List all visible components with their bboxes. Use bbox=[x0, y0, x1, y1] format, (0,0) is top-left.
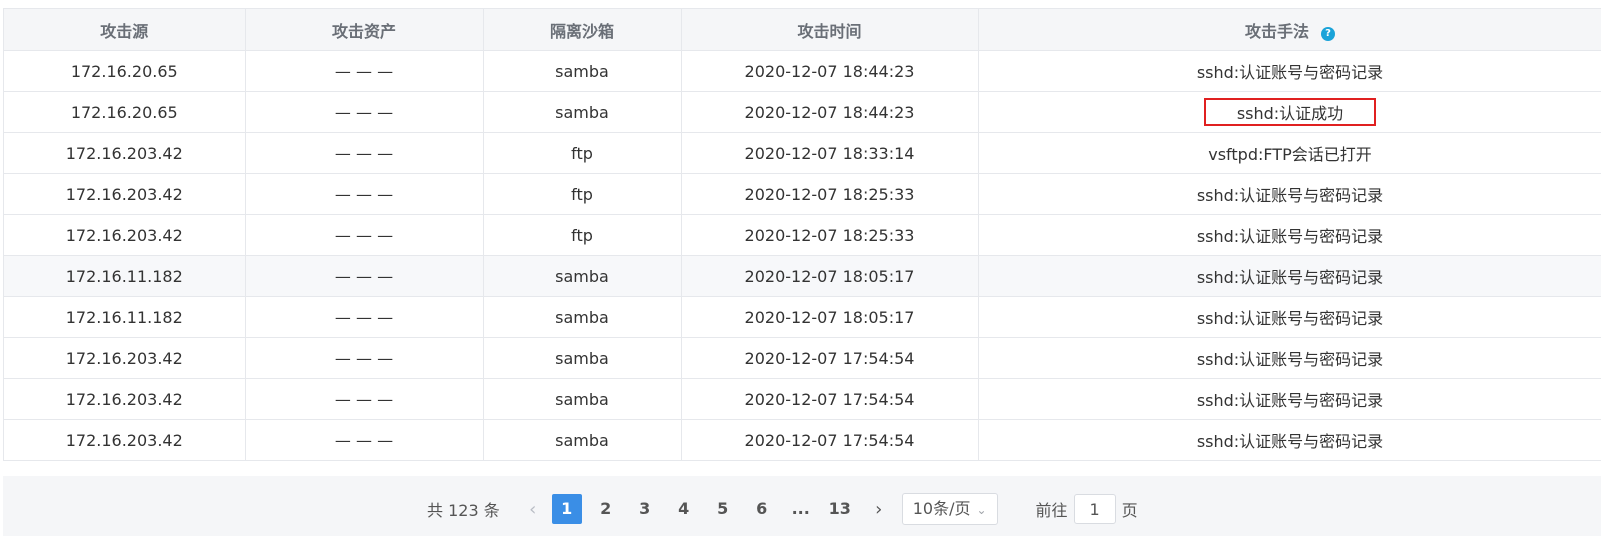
pagination: 共 123 条 ‹ 1 2 3 4 5 6 ... 13 › 10条/页 ⌄ 前往… bbox=[427, 493, 1138, 525]
cell-source: 172.16.203.42 bbox=[4, 337, 246, 379]
column-header-asset: 攻击资产 bbox=[245, 9, 484, 51]
table-row[interactable]: 172.16.203.42 — — — samba 2020-12-07 17:… bbox=[4, 378, 1601, 420]
table-row[interactable]: 172.16.20.65 — — — samba 2020-12-07 18:4… bbox=[4, 50, 1601, 92]
page-button-4[interactable]: 4 bbox=[669, 494, 699, 524]
attack-log-table: 攻击源 攻击资产 隔离沙箱 攻击时间 攻击手法? 172.16.20.65 — … bbox=[4, 9, 1601, 461]
cell-time: 2020-12-07 18:44:23 bbox=[681, 91, 979, 133]
column-header-source: 攻击源 bbox=[4, 9, 246, 51]
question-icon[interactable]: ? bbox=[1321, 26, 1335, 41]
table-row[interactable]: 172.16.203.42 — — — ftp 2020-12-07 18:25… bbox=[4, 173, 1601, 215]
cell-asset: — — — bbox=[245, 50, 484, 92]
page-button-13[interactable]: 13 bbox=[825, 494, 855, 524]
cell-time: 2020-12-07 17:54:54 bbox=[681, 337, 979, 379]
cell-time: 2020-12-07 18:44:23 bbox=[681, 50, 979, 92]
cell-method: sshd:认证账号与密码记录 bbox=[978, 378, 1601, 420]
page-button-3[interactable]: 3 bbox=[630, 494, 660, 524]
table-row[interactable]: 172.16.203.42 — — — ftp 2020-12-07 18:25… bbox=[4, 214, 1601, 256]
table-row[interactable]: 172.16.203.42 — — — samba 2020-12-07 17:… bbox=[4, 419, 1601, 461]
cell-time: 2020-12-07 18:05:17 bbox=[681, 296, 979, 338]
column-header-time: 攻击时间 bbox=[681, 9, 979, 51]
page-button-1[interactable]: 1 bbox=[551, 494, 582, 524]
cell-source: 172.16.203.42 bbox=[4, 378, 246, 420]
prev-page-button[interactable]: ‹ bbox=[522, 499, 544, 520]
page-ellipsis-button[interactable]: ... bbox=[786, 494, 816, 524]
cell-method: sshd:认证账号与密码记录 bbox=[978, 337, 1601, 379]
cell-sandbox: samba bbox=[483, 296, 682, 338]
cell-method: sshd:认证账号与密码记录 bbox=[978, 50, 1601, 92]
cell-asset: — — — bbox=[245, 91, 484, 133]
attack-log-table-container: 攻击源 攻击资产 隔离沙箱 攻击时间 攻击手法? 172.16.20.65 — … bbox=[3, 8, 1601, 461]
cell-source: 172.16.11.182 bbox=[4, 296, 246, 338]
total-count: 共 123 条 bbox=[427, 501, 500, 520]
cell-method: sshd:认证账号与密码记录 bbox=[978, 419, 1601, 461]
cell-asset: — — — bbox=[245, 132, 484, 174]
table-row[interactable]: 172.16.203.42 — — — ftp 2020-12-07 18:33… bbox=[4, 132, 1601, 174]
cell-time: 2020-12-07 18:33:14 bbox=[681, 132, 979, 174]
cell-sandbox: ftp bbox=[483, 132, 682, 174]
goto-prefix-label: 前往 bbox=[1035, 501, 1068, 520]
cell-asset: — — — bbox=[245, 419, 484, 461]
cell-method: sshd:认证账号与密码记录 bbox=[978, 255, 1601, 297]
cell-method: sshd:认证账号与密码记录 bbox=[978, 214, 1601, 256]
highlighted-method: sshd:认证成功 bbox=[1204, 98, 1376, 126]
cell-sandbox: samba bbox=[483, 50, 682, 92]
cell-method: sshd:认证账号与密码记录 bbox=[978, 296, 1601, 338]
cell-sandbox: samba bbox=[483, 91, 682, 133]
next-page-button[interactable]: › bbox=[868, 499, 890, 520]
cell-time: 2020-12-07 18:25:33 bbox=[681, 214, 979, 256]
cell-asset: — — — bbox=[245, 173, 484, 215]
page-button-6[interactable]: 6 bbox=[747, 494, 777, 524]
cell-time: 2020-12-07 17:54:54 bbox=[681, 378, 979, 420]
cell-sandbox: samba bbox=[483, 255, 682, 297]
table-row[interactable]: 172.16.203.42 — — — samba 2020-12-07 17:… bbox=[4, 337, 1601, 379]
cell-asset: — — — bbox=[245, 296, 484, 338]
page-button-2[interactable]: 2 bbox=[591, 494, 621, 524]
goto-suffix-label: 页 bbox=[1121, 501, 1138, 520]
pagination-bar: 共 123 条 ‹ 1 2 3 4 5 6 ... 13 › 10条/页 ⌄ 前往… bbox=[3, 476, 1601, 536]
cell-asset: — — — bbox=[245, 337, 484, 379]
cell-time: 2020-12-07 18:05:17 bbox=[681, 255, 979, 297]
cell-source: 172.16.11.182 bbox=[4, 255, 246, 297]
table-row-hovered[interactable]: 172.16.11.182 — — — samba 2020-12-07 18:… bbox=[4, 255, 1601, 297]
cell-method: sshd:认证成功 bbox=[978, 91, 1601, 133]
table-row[interactable]: 172.16.20.65 — — — samba 2020-12-07 18:4… bbox=[4, 91, 1601, 133]
table-header-row: 攻击源 攻击资产 隔离沙箱 攻击时间 攻击手法? bbox=[4, 9, 1601, 51]
cell-asset: — — — bbox=[245, 378, 484, 420]
cell-time: 2020-12-07 18:25:33 bbox=[681, 173, 979, 215]
cell-source: 172.16.203.42 bbox=[4, 419, 246, 461]
chevron-down-icon: ⌄ bbox=[976, 503, 987, 517]
page-button-5[interactable]: 5 bbox=[708, 494, 738, 524]
cell-method: sshd:认证账号与密码记录 bbox=[978, 173, 1601, 215]
cell-method: vsftpd:FTP会话已打开 bbox=[978, 132, 1601, 174]
cell-asset: — — — bbox=[245, 255, 484, 297]
column-header-sandbox: 隔离沙箱 bbox=[483, 9, 682, 51]
cell-source: 172.16.20.65 bbox=[4, 50, 246, 92]
table-row[interactable]: 172.16.11.182 — — — samba 2020-12-07 18:… bbox=[4, 296, 1601, 338]
cell-source: 172.16.203.42 bbox=[4, 214, 246, 256]
cell-sandbox: samba bbox=[483, 337, 682, 379]
cell-source: 172.16.203.42 bbox=[4, 173, 246, 215]
cell-source: 172.16.203.42 bbox=[4, 132, 246, 174]
cell-source: 172.16.20.65 bbox=[4, 91, 246, 133]
page-size-value: 10条/页 bbox=[912, 499, 971, 518]
goto-page-input[interactable] bbox=[1073, 494, 1116, 524]
cell-asset: — — — bbox=[245, 214, 484, 256]
page-size-select[interactable]: 10条/页 ⌄ bbox=[901, 493, 998, 525]
column-header-method: 攻击手法? bbox=[978, 9, 1601, 51]
cell-sandbox: samba bbox=[483, 419, 682, 461]
cell-sandbox: ftp bbox=[483, 214, 682, 256]
cell-sandbox: samba bbox=[483, 378, 682, 420]
cell-sandbox: ftp bbox=[483, 173, 682, 215]
cell-time: 2020-12-07 17:54:54 bbox=[681, 419, 979, 461]
